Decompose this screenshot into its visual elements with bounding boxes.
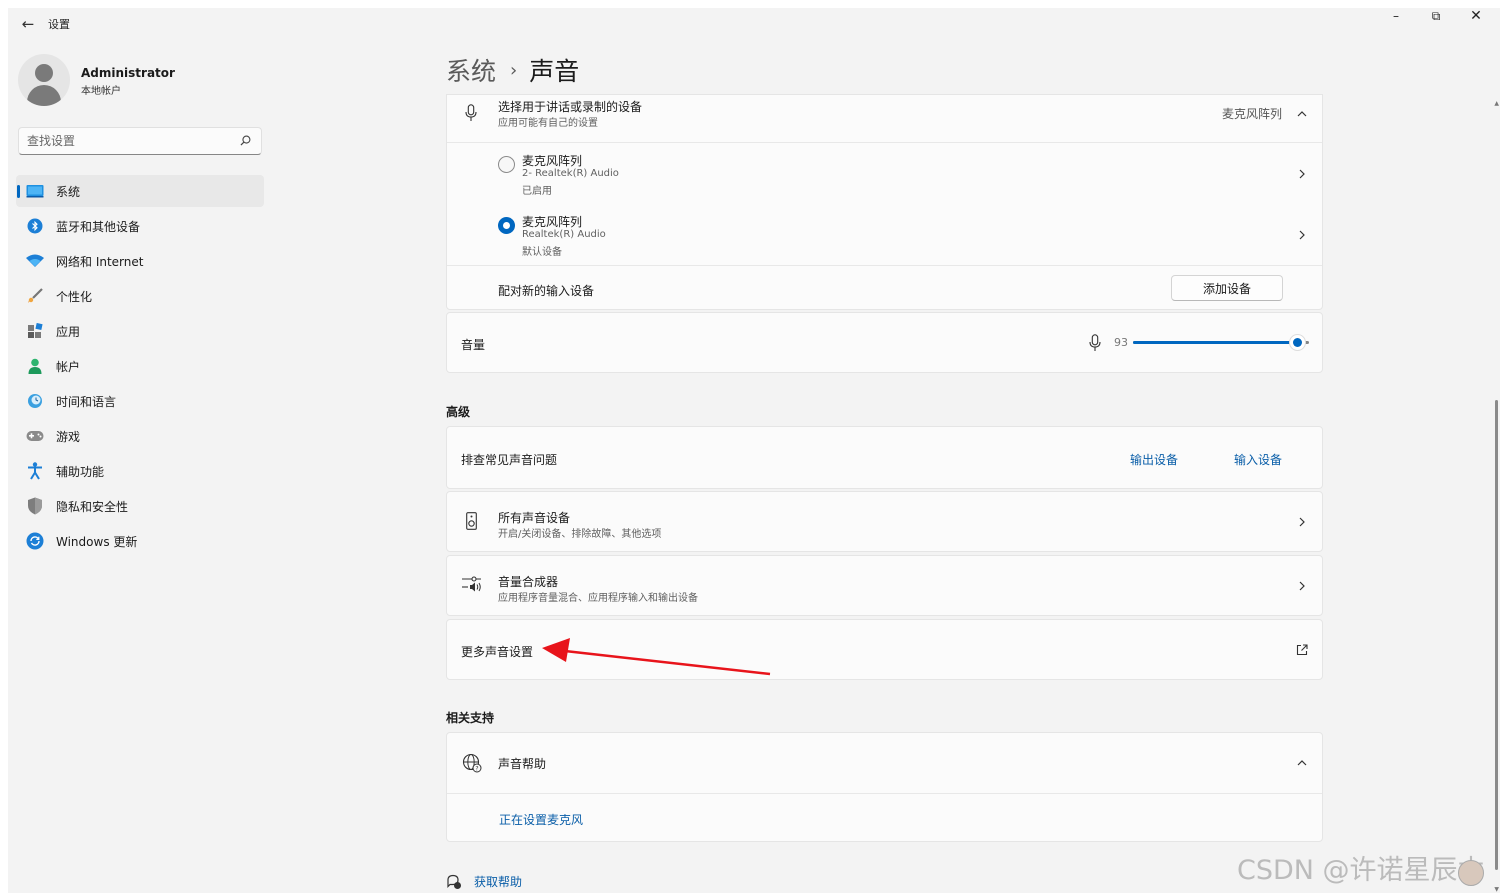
watermark: CSDN @许诺星辰木 [1237,855,1485,886]
watermark-avatar [1458,860,1484,886]
annotation-arrow [542,638,771,676]
